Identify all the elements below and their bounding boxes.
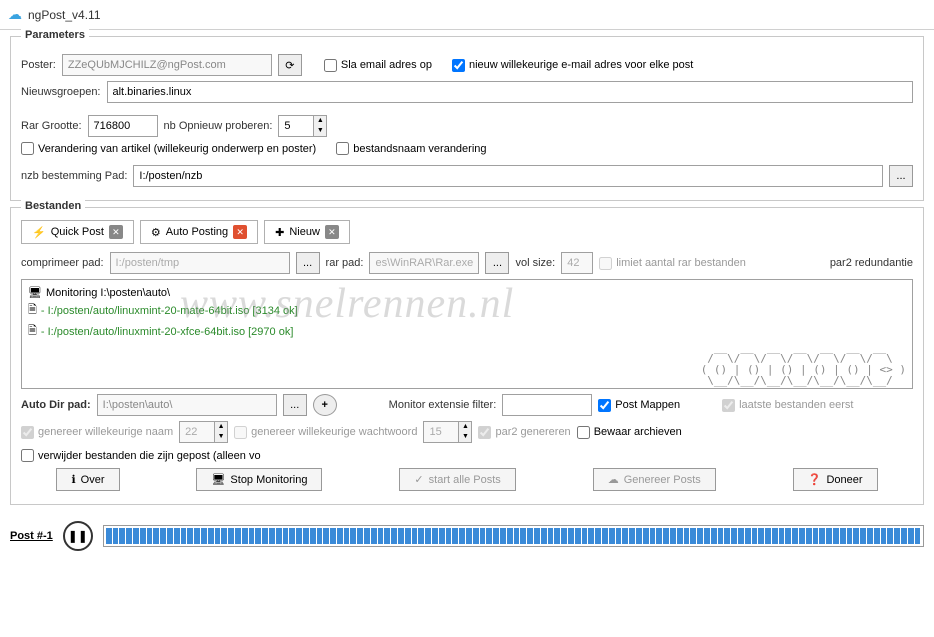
latest-first-label: laatste bestanden eerst xyxy=(739,399,853,411)
gen-name-label: genereer willekeurige naam xyxy=(38,426,173,438)
poster-label: Poster: xyxy=(21,59,56,71)
keep-archives-label: Bewaar archieven xyxy=(594,426,682,438)
tab-auto-posting[interactable]: ⚙ Auto Posting ✕ xyxy=(140,220,258,244)
about-button[interactable]: ℹOver xyxy=(56,468,119,491)
progress-bar xyxy=(103,525,924,547)
autodir-browse-button[interactable]: ... xyxy=(283,394,307,416)
post-number-label: Post #-1 xyxy=(10,530,53,542)
rar-path-input[interactable] xyxy=(369,252,479,274)
gen-par2-checkbox[interactable] xyxy=(478,426,491,439)
compress-path-label: comprimeer pad: xyxy=(21,257,104,269)
tab-new-label: Nieuw xyxy=(289,226,320,238)
save-email-label: Sla email adres op xyxy=(341,59,432,71)
keep-archives-checkbox[interactable] xyxy=(577,426,590,439)
compress-path-input[interactable] xyxy=(110,252,290,274)
help-icon: ❓ xyxy=(808,473,822,486)
gear-icon: ⚙ xyxy=(151,226,161,239)
parameters-group: Parameters Poster: ⟳ Sla email adres op … xyxy=(10,36,924,201)
retry-input[interactable] xyxy=(278,115,314,137)
nzb-path-browse-button[interactable]: ... xyxy=(889,165,913,187)
latest-first-checkbox[interactable] xyxy=(722,399,735,412)
limit-rar-label: limiet aantal rar bestanden xyxy=(616,257,746,269)
files-group: Bestanden ⚡ Quick Post ✕ ⚙ Auto Posting … xyxy=(10,207,924,505)
parameters-legend: Parameters xyxy=(21,29,89,41)
retry-down-button[interactable]: ▼ xyxy=(314,126,326,136)
tab-auto-label: Auto Posting xyxy=(166,226,228,238)
rar-path-browse-button[interactable]: ... xyxy=(485,252,509,274)
monitor-icon: 🖥 xyxy=(28,286,42,299)
rar-path-label: rar pad: xyxy=(326,257,364,269)
random-email-checkbox[interactable] xyxy=(452,59,465,72)
del-posted-label: verwijder bestanden die zijn gepost (all… xyxy=(38,450,261,462)
start-all-posts-button[interactable]: ✓start alle Posts xyxy=(399,468,515,491)
gen-name-len-input[interactable] xyxy=(179,421,215,443)
nzb-path-label: nzb bestemming Pad: xyxy=(21,170,127,182)
par2-redundancy-label: par2 redundantie xyxy=(830,257,913,269)
nzb-path-input[interactable] xyxy=(133,165,883,187)
files-legend: Bestanden xyxy=(21,200,85,212)
gen-pass-len-input[interactable] xyxy=(423,421,459,443)
pause-button[interactable]: ❚❚ xyxy=(63,521,93,551)
filename-obf-checkbox[interactable] xyxy=(336,142,349,155)
post-folders-label: Post Mappen xyxy=(615,399,680,411)
limit-rar-checkbox[interactable] xyxy=(599,257,612,270)
monitor-icon: 🖥 xyxy=(211,473,225,486)
log-line: - I:/posten/auto/linuxmint-20-mate-64bit… xyxy=(41,305,298,317)
save-email-checkbox[interactable] xyxy=(324,59,337,72)
obfuscate-article-checkbox[interactable] xyxy=(21,142,34,155)
generate-posts-button[interactable]: ☁Genereer Posts xyxy=(593,468,716,491)
check-icon: ✓ xyxy=(414,473,423,486)
stop-monitoring-button[interactable]: 🖥Stop Monitoring xyxy=(196,468,322,491)
tab-new[interactable]: ✚ Nieuw ✕ xyxy=(264,220,350,244)
cloud-icon: ☁ xyxy=(608,473,619,486)
gen-pass-label: genereer willekeurige wachtwoord xyxy=(251,426,417,438)
newsgroups-input[interactable] xyxy=(107,81,914,103)
log-line: - I:/posten/auto/linuxmint-20-xfce-64bit… xyxy=(41,326,294,338)
gen-pass-checkbox[interactable] xyxy=(234,426,247,439)
add-dir-button[interactable]: + xyxy=(313,394,337,416)
newsgroups-label: Nieuwsgroepen: xyxy=(21,86,101,98)
file-icon: 🗎 xyxy=(28,301,37,320)
close-icon[interactable]: ✕ xyxy=(109,225,123,239)
app-title: ngPost_v4.11 xyxy=(28,8,101,22)
ascii-art: __ __ __ __ __ __ __ / \/ \/ \/ \/ \/ \/… xyxy=(701,342,906,386)
del-posted-checkbox[interactable] xyxy=(21,449,34,462)
donate-button[interactable]: ❓Doneer xyxy=(793,468,878,491)
close-icon[interactable]: ✕ xyxy=(233,225,247,239)
rar-size-input[interactable] xyxy=(88,115,158,137)
tab-quick-post[interactable]: ⚡ Quick Post ✕ xyxy=(21,220,134,244)
rar-size-label: Rar Grootte: xyxy=(21,120,82,132)
lightning-icon: ⚡ xyxy=(32,226,46,239)
gen-name-checkbox[interactable] xyxy=(21,426,34,439)
file-icon: 🗎 xyxy=(28,322,37,341)
autodir-input[interactable] xyxy=(97,394,277,416)
monitor-ext-label: Monitor extensie filter: xyxy=(389,399,497,411)
compress-browse-button[interactable]: ... xyxy=(296,252,320,274)
plus-icon: ✚ xyxy=(275,226,284,239)
random-email-label: nieuw willekeurige e-mail adres voor elk… xyxy=(469,59,693,71)
vol-size-label: vol size: xyxy=(515,257,555,269)
monitor-ext-input[interactable] xyxy=(502,394,592,416)
tab-quick-label: Quick Post xyxy=(51,226,104,238)
retry-label: nb Opnieuw proberen: xyxy=(164,120,273,132)
refresh-poster-button[interactable]: ⟳ xyxy=(278,54,302,76)
gen-par2-label: par2 genereren xyxy=(495,426,570,438)
filename-obf-label: bestandsnaam verandering xyxy=(353,143,486,155)
poster-input[interactable] xyxy=(62,54,272,76)
close-icon[interactable]: ✕ xyxy=(325,225,339,239)
post-folders-checkbox[interactable] xyxy=(598,399,611,412)
app-icon: ☁ xyxy=(8,6,22,23)
autodir-label: Auto Dir pad: xyxy=(21,399,91,411)
log-line: Monitoring I:\posten\auto\ xyxy=(46,287,170,299)
retry-up-button[interactable]: ▲ xyxy=(314,116,326,126)
log-area: 🖥 Monitoring I:\posten\auto\ 🗎 - I:/posten… xyxy=(21,279,913,389)
info-icon: ℹ xyxy=(71,473,75,486)
obfuscate-article-label: Verandering van artikel (willekeurig ond… xyxy=(38,143,316,155)
vol-size-input[interactable] xyxy=(561,252,593,274)
